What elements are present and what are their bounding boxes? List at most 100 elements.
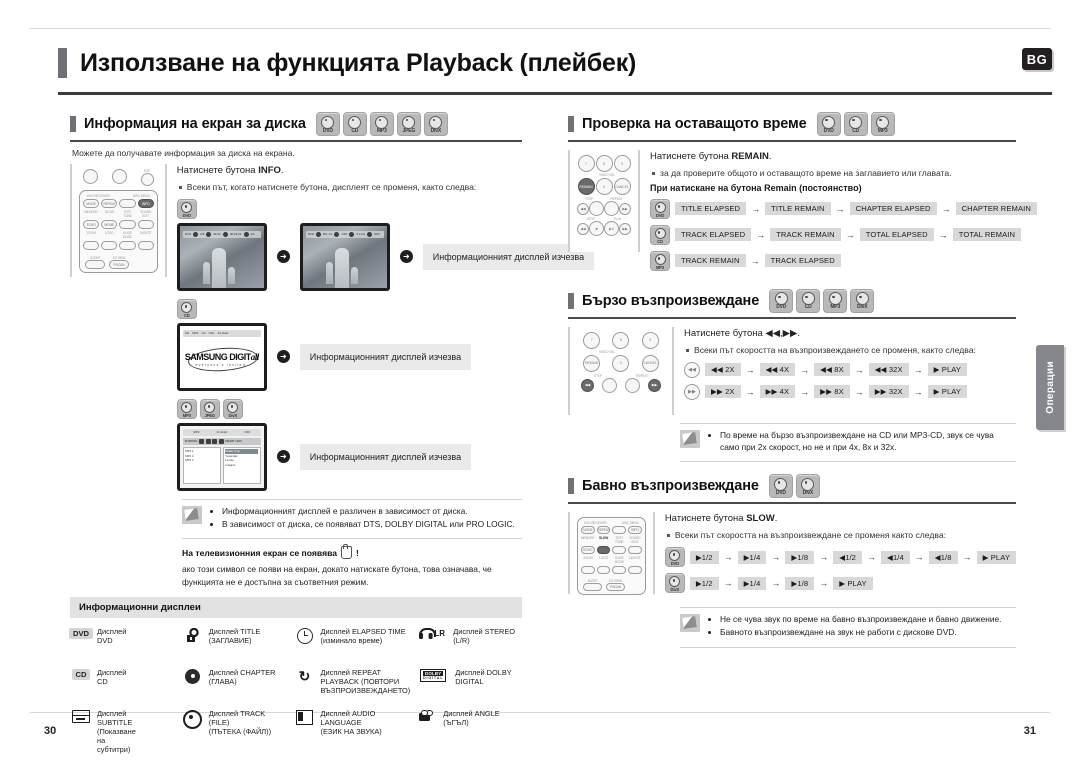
remote-key-slide[interactable]	[612, 566, 627, 575]
remote-key-e1[interactable]	[119, 220, 136, 229]
seq-step: ▶1/2	[689, 576, 719, 590]
seq-step: ◀◀ 4X	[759, 363, 796, 377]
section-accent-bar	[568, 116, 574, 132]
remote-key-e2[interactable]	[137, 220, 154, 229]
remote-key-mode[interactable]: MODE	[581, 526, 595, 535]
remote-key-7[interactable]: 7	[577, 155, 595, 172]
sequence-row-slow-divx: DivX ▶1/2 → ▶1/4 → ▶1/8 → ▶ PLAY	[664, 573, 1016, 594]
remote-key-info[interactable]: INFO	[628, 526, 642, 535]
remote-key-e2[interactable]	[628, 546, 642, 555]
remote-key-repeat[interactable]	[625, 377, 640, 393]
remote-key-step[interactable]	[602, 377, 617, 393]
seq-step: ▶1/8	[785, 550, 815, 564]
fast-bullet: Всеки път скоростта на възпроизвеждането…	[684, 344, 1016, 356]
cell-text: Дисплей DVD	[97, 626, 127, 645]
remote-key-remain[interactable]: REMAIN	[577, 178, 595, 195]
row1-dvd-icon: DVD	[176, 198, 197, 219]
remote-key-8[interactable]: 8	[612, 331, 630, 349]
remote-image-remain: 7 8 9 VIDEO SEL REMAIN 0 CANCEL STEP REP…	[568, 150, 640, 252]
remote-key-sleep[interactable]	[85, 260, 105, 269]
cd-disc-icon: CD	[342, 112, 367, 136]
note-item: Не се чува звук по време на бавно възпро…	[720, 614, 1002, 626]
seq-step: TRACK REMAIN	[770, 228, 841, 242]
divx-disc-icon: DivX	[423, 112, 448, 136]
remote-key-9[interactable]: 9	[641, 331, 659, 349]
remote-key-8[interactable]: 8	[595, 155, 613, 172]
arrow-icon: ➜	[399, 250, 413, 264]
remote-key-remain[interactable]: REMAIN	[583, 354, 601, 372]
subtitle-icon	[72, 709, 90, 723]
section-fast-head: Бързо възпроизвеждане DVD CD MP3 DivX	[568, 288, 1016, 317]
remote-key-rew[interactable]: ◀◀	[577, 222, 589, 235]
seq-divx-icon: DivX	[664, 573, 685, 594]
remote-key-echo[interactable]: ECHO	[581, 546, 595, 555]
track-icon	[183, 709, 203, 729]
remote-key-slide[interactable]	[119, 241, 136, 250]
cell-text: Дисплей REPEAT PLAYBACK (ПОВТОРИ ВЪЗПРОИ…	[320, 667, 411, 695]
remote-key-cancel[interactable]: CANCEL	[613, 178, 631, 195]
seq-step: TRACK REMAIN	[675, 254, 746, 268]
tv-screen-file-browser: MP3 44.1kHz OFF SORTING SMART NAVI MP3 1…	[176, 422, 267, 491]
remote-key-echo[interactable]: ECHO	[83, 220, 100, 229]
slow-instruction: Натиснете бутона SLOW.	[664, 513, 778, 525]
remote-key-0[interactable]: 0	[612, 354, 630, 372]
sequence-row-slow-dvd: DVD ▶1/2 → ▶1/4 → ▶1/8 → ◀1/2 → ◀1/4 → ◀1/8 → …	[664, 547, 1016, 568]
remote-key-digest[interactable]	[628, 566, 642, 575]
section-rule	[568, 502, 1016, 505]
arrow-icon: ➜	[276, 250, 290, 264]
remote-key-repeat[interactable]: REPEAT	[596, 526, 611, 535]
pencil-icon	[680, 614, 700, 633]
remote-key-prev[interactable]: ◀◀	[581, 378, 594, 392]
remote-key-blank[interactable]	[119, 199, 136, 208]
remote-key-ezview[interactable]: P.SCAN	[109, 260, 129, 269]
remote-key-mode[interactable]: MODE	[83, 199, 100, 208]
sequence-row-forward: ▶▶ ▶▶ 2X → ▶▶ 4X → ▶▶ 8X → ▶▶ 32X → ▶ PLAY	[684, 383, 1016, 400]
remote-key-digest[interactable]	[137, 241, 154, 250]
remain-subheading: При натискане на бутона Remain (постоянс…	[650, 182, 862, 193]
remote-key-7[interactable]: 7	[583, 331, 601, 349]
seq-mp3-icon: MP3	[650, 250, 670, 271]
remote-key-ff[interactable]: ▶▶	[619, 222, 631, 235]
mp3-disc-icon: MP3	[823, 288, 848, 313]
remote-key-movie[interactable]: MOVIE	[101, 220, 118, 229]
cell-text: Дисплей TITLE (ЗАГЛАВИЕ)	[208, 626, 261, 645]
seq-step: ◀1/8	[928, 550, 958, 564]
remote-key-slow[interactable]	[596, 546, 611, 555]
remote-key-repeat[interactable]: REPEAT	[101, 199, 118, 208]
seq-step: ▶1/2	[689, 550, 719, 564]
info-bullet: Всеки път, когато натиснете бутона, дисп…	[177, 181, 522, 193]
remote-key-next[interactable]: ▶▶	[619, 202, 631, 215]
remote-key-prev[interactable]: ◀◀	[577, 202, 589, 215]
seq-step: ▶ PLAY	[927, 385, 968, 399]
dvd-disc-icon: DVD	[315, 112, 340, 136]
seq-step: ◀◀ 8X	[814, 363, 850, 377]
remote-key-logo[interactable]	[101, 241, 118, 250]
note-item: Бавното възпроизвеждане на звук не работ…	[720, 627, 1002, 639]
remote-key-logo[interactable]	[596, 566, 611, 575]
remote-key-next[interactable]: ▶▶	[648, 378, 661, 392]
remote-key-9[interactable]: 9	[613, 155, 631, 172]
remote-key-e1[interactable]	[612, 546, 627, 555]
seq-step: TRACK ELAPSED	[675, 228, 752, 242]
angle-camera-icon	[419, 709, 435, 722]
remote-key-zoom[interactable]	[83, 241, 100, 250]
remote-key-cancel[interactable]: CANCEL	[641, 354, 659, 372]
remote-key-sleep[interactable]	[583, 583, 602, 592]
remote-key-info[interactable]: INFO	[137, 199, 154, 208]
section-slow-head: Бавно възпроизвеждане DVD DivX	[568, 474, 1016, 502]
remote-key-zoom[interactable]	[581, 566, 595, 575]
remote-key-pscan[interactable]: P.SCAN	[606, 583, 625, 592]
language-badge: BG	[1022, 48, 1052, 70]
table-cell-track: Дисплей TRACK (FILE) (ПЪТЕКА (ФАЙЛ))	[182, 709, 288, 754]
remote-key-step[interactable]	[589, 201, 604, 216]
manual-page-spread: BG Използване на функцията Playback (пле…	[0, 0, 1080, 769]
remote-key-stop[interactable]: ■	[589, 221, 604, 236]
cd-tag-icon: CD	[71, 668, 91, 680]
remote-key-play[interactable]: ▶II	[604, 221, 619, 236]
remote-key-repeat[interactable]	[604, 201, 619, 216]
remote-key-0[interactable]: 0	[595, 178, 613, 195]
tv-symbol-body: ако този символ се появи на екран, докат…	[182, 564, 492, 587]
remote-key-blank[interactable]	[612, 526, 627, 535]
section-remaining-time: Проверка на оставащото време DVD CD MP3	[568, 112, 1016, 142]
arrow-icon: ➜	[276, 350, 290, 364]
